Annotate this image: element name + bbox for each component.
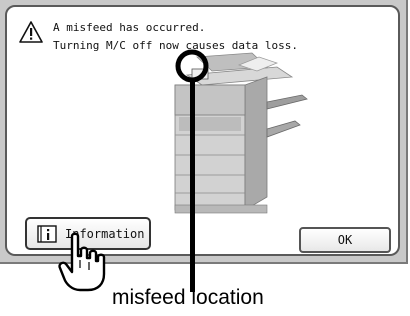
information-button-label: Information <box>65 226 145 241</box>
misfeed-dialog-screen: A misfeed has occurred. Turning M/C off … <box>5 5 400 256</box>
ok-button-label: OK <box>337 233 353 247</box>
copier-illustration <box>174 52 308 214</box>
misfeed-location-caption: misfeed location <box>112 286 264 309</box>
message-line-1: A misfeed has occurred. <box>53 21 206 34</box>
control-panel-frame: A misfeed has occurred. Turning M/C off … <box>0 0 408 264</box>
ok-button[interactable]: OK <box>299 227 391 253</box>
warning-icon <box>19 21 43 43</box>
information-button[interactable]: Information <box>25 217 151 250</box>
info-book-icon <box>37 224 57 243</box>
